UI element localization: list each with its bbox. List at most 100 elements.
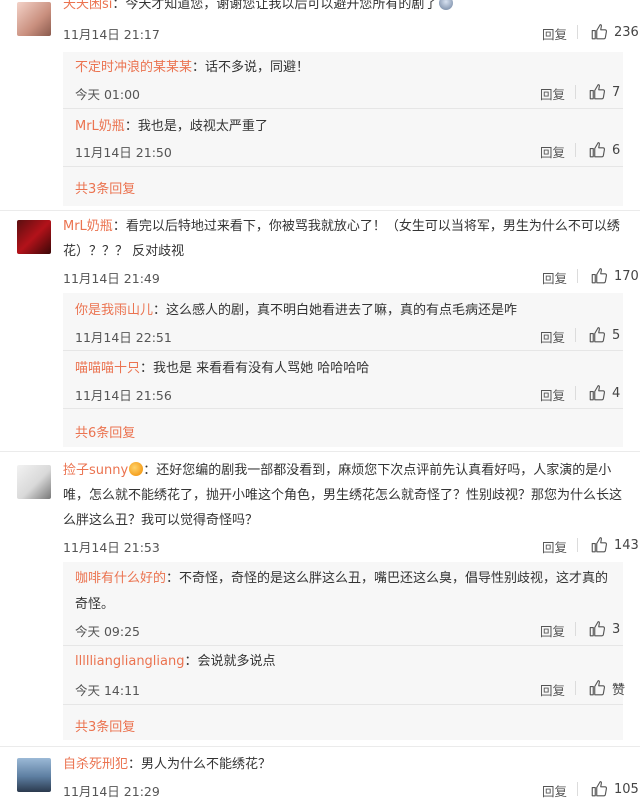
like-button[interactable]: 170 <box>590 267 639 285</box>
username-link[interactable]: 天天困si <box>63 0 112 12</box>
username-link[interactable]: MrL奶瓶 <box>63 219 113 234</box>
reply-button[interactable]: 回复 <box>542 24 567 43</box>
divider <box>577 782 578 796</box>
comment-text-line: 么胖这么丑？我可以觉得奇怪吗？ <box>63 513 259 528</box>
more-replies-link[interactable]: 共6条回复 <box>75 422 135 441</box>
comment-text-line: 唯，怎么就不能绣花了，抛开小唯这个角色，男生绣花怎么就奇怪了？性别歧视？那您为什… <box>63 488 623 503</box>
avatar[interactable] <box>17 465 51 499</box>
comment-divider <box>0 451 640 452</box>
reply-body: 咖啡有什么好的：不奇怪，奇怪的是这么胖这么丑，嘴巴还这么臭，倡导性别歧视，这才真… <box>75 568 608 590</box>
like-count: 143 <box>614 537 639 553</box>
username-link[interactable]: MrL奶瓶 <box>75 119 125 134</box>
comment-feed: 天天困si：今天才知道您，谢谢您让我以后可以避开您所有的剧了 11月14日 21… <box>0 0 640 807</box>
username-link[interactable]: 不定时冲浪的某某某 <box>75 60 192 75</box>
like-count: 6 <box>612 142 621 158</box>
divider <box>63 704 623 705</box>
comment-time: 11月14日 21:17 <box>63 27 160 42</box>
divider <box>577 538 578 552</box>
like-button[interactable]: 3 <box>588 620 620 638</box>
divider <box>63 408 623 409</box>
thumbs-up-icon <box>588 620 606 638</box>
like-button[interactable]: 赞 <box>588 679 626 698</box>
reply-text: ：我也是，歧视太严重了 <box>124 119 268 134</box>
comment-body: 天天困si：今天才知道您，谢谢您让我以后可以避开您所有的剧了 <box>63 0 454 16</box>
vip-badge-icon <box>129 462 144 476</box>
divider <box>577 25 578 39</box>
like-count: 5 <box>612 327 621 343</box>
like-button[interactable]: 105 <box>590 780 639 798</box>
reply-button[interactable]: 回复 <box>542 781 567 800</box>
reply-body: 你是我雨山儿：这么感人的剧，真不明白她看进去了嘛，真的有点毛病还是咋 <box>75 300 517 322</box>
more-replies-link[interactable]: 共3条回复 <box>75 178 135 197</box>
reply-time: 今天 14:11 <box>75 683 140 698</box>
username-link[interactable]: llllliangliangliang <box>75 654 185 669</box>
username-link[interactable]: 咖啡有什么好的 <box>75 571 166 586</box>
reply-time: 今天 09:25 <box>75 624 140 639</box>
divider <box>63 350 623 351</box>
divider <box>575 681 576 695</box>
reply-button[interactable]: 回复 <box>540 327 565 346</box>
reply-time: 11月14日 21:50 <box>75 145 172 160</box>
comment-text: ：男人为什么不能绣花？ <box>128 757 272 772</box>
reply-button[interactable]: 回复 <box>542 537 567 556</box>
reply-time: 11月14日 22:51 <box>75 330 172 345</box>
divider <box>575 85 576 99</box>
reply-body: MrL奶瓶：我也是，歧视太严重了 <box>75 116 268 138</box>
comment-text-line: 花）？？？ 反对歧视 <box>63 244 185 259</box>
comment-time: 11月14日 21:49 <box>63 271 160 286</box>
comment-text: ：还好您编的剧我一部都没看到，麻烦您下次点评前先认真看好吗，人家演的是小 <box>143 463 612 478</box>
reply-button[interactable]: 回复 <box>540 142 565 161</box>
username-link[interactable]: 你是我雨山儿 <box>75 303 153 318</box>
like-button[interactable]: 4 <box>588 384 620 402</box>
reply-text: ：我也是 来看看有没有人骂她 哈哈哈哈 <box>140 361 370 376</box>
comment-body: 捡子sunny ：还好您编的剧我一部都没看到，麻烦您下次点评前先认真看好吗，人家演… <box>63 460 611 482</box>
reply-button[interactable]: 回复 <box>540 621 565 640</box>
reply-button[interactable]: 回复 <box>542 268 567 287</box>
like-count: 4 <box>612 385 621 401</box>
thumbs-up-icon <box>588 326 606 344</box>
reply-text: ：这么感人的剧，真不明白她看进去了嘛，真的有点毛病还是咋 <box>153 303 518 318</box>
like-button[interactable]: 236 <box>590 23 639 41</box>
like-button[interactable]: 7 <box>588 83 620 101</box>
thumbs-up-icon <box>588 141 606 159</box>
like-count: 7 <box>612 84 621 100</box>
emoji-icon <box>439 0 454 10</box>
more-replies-link[interactable]: 共3条回复 <box>75 716 135 735</box>
thumbs-up-icon <box>588 679 606 697</box>
comment-text: ：看完以后特地过来看下，你被骂我就放心了！（女生可以当将军，男生为什么不可以绣 <box>112 219 620 234</box>
reply-button[interactable]: 回复 <box>540 84 565 103</box>
reply-text: ：会说就多说点 <box>184 654 276 669</box>
avatar[interactable] <box>17 758 51 792</box>
thumbs-up-icon <box>588 83 606 101</box>
like-button[interactable]: 6 <box>588 141 620 159</box>
reply-text: ：不奇怪，奇怪的是这么胖这么丑，嘴巴还这么臭，倡导性别歧视，这才真的 <box>166 571 609 586</box>
comment-time: 11月14日 21:29 <box>63 784 160 799</box>
reply-body: 不定时冲浪的某某某：话不多说，同避！ <box>75 57 309 79</box>
reply-body: 喵喵喵十只：我也是 来看看有没有人骂她 哈哈哈哈 <box>75 358 369 380</box>
like-count: 105 <box>614 781 639 797</box>
thumbs-up-icon <box>590 536 608 554</box>
reply-button[interactable]: 回复 <box>540 385 565 404</box>
like-button[interactable]: 143 <box>590 536 639 554</box>
divider <box>577 269 578 283</box>
reply-text-line: 奇怪。 <box>75 597 115 612</box>
divider <box>575 328 576 342</box>
thumbs-up-icon <box>588 384 606 402</box>
divider <box>63 166 623 167</box>
avatar[interactable] <box>17 220 51 254</box>
thumbs-up-icon <box>590 267 608 285</box>
comment-divider <box>0 746 640 747</box>
username-link[interactable]: 喵喵喵十只 <box>75 361 140 376</box>
thumbs-up-icon <box>590 23 608 41</box>
username-link[interactable]: 捡子sunny <box>63 463 128 478</box>
divider <box>575 622 576 636</box>
reply-button[interactable]: 回复 <box>540 680 565 699</box>
username-link[interactable]: 自杀死刑犯 <box>63 757 128 772</box>
divider <box>63 645 623 646</box>
avatar[interactable] <box>17 2 51 36</box>
like-count: 170 <box>614 268 639 284</box>
like-count: 236 <box>614 24 639 40</box>
like-count: 赞 <box>612 682 626 698</box>
comment-text: ：今天才知道您，谢谢您让我以后可以避开您所有的剧了 <box>112 0 438 12</box>
like-button[interactable]: 5 <box>588 326 620 344</box>
